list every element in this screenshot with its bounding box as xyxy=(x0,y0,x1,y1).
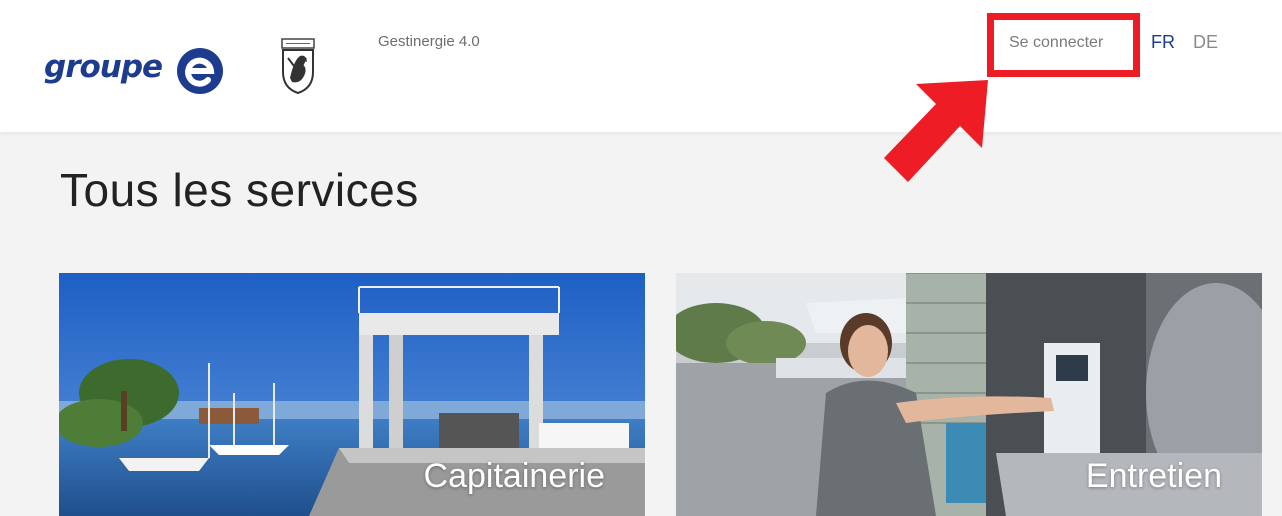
site-header: groupe Gestinergie 4.0 Se connecter FR D… xyxy=(0,0,1282,132)
red-arrow-icon xyxy=(884,80,988,182)
page-title: Tous les services xyxy=(60,164,419,216)
language-de-link[interactable]: DE xyxy=(1193,32,1218,53)
language-fr-link[interactable]: FR xyxy=(1151,32,1175,53)
card-label-capitainerie: Capitainerie xyxy=(423,457,605,495)
card-label-entretien: Entretien xyxy=(1085,457,1222,495)
service-card-capitainerie[interactable]: Capitainerie xyxy=(59,273,645,516)
groupe-e-logo-icon xyxy=(177,48,223,94)
app-name: Gestinergie 4.0 xyxy=(378,33,480,50)
login-link[interactable]: Se connecter xyxy=(1009,34,1103,52)
groupe-e-logo[interactable]: groupe xyxy=(44,47,226,97)
brand-wordmark: groupe xyxy=(44,49,163,85)
commune-crest-icon xyxy=(281,38,315,94)
service-card-entretien[interactable]: Entretien xyxy=(676,273,1262,516)
